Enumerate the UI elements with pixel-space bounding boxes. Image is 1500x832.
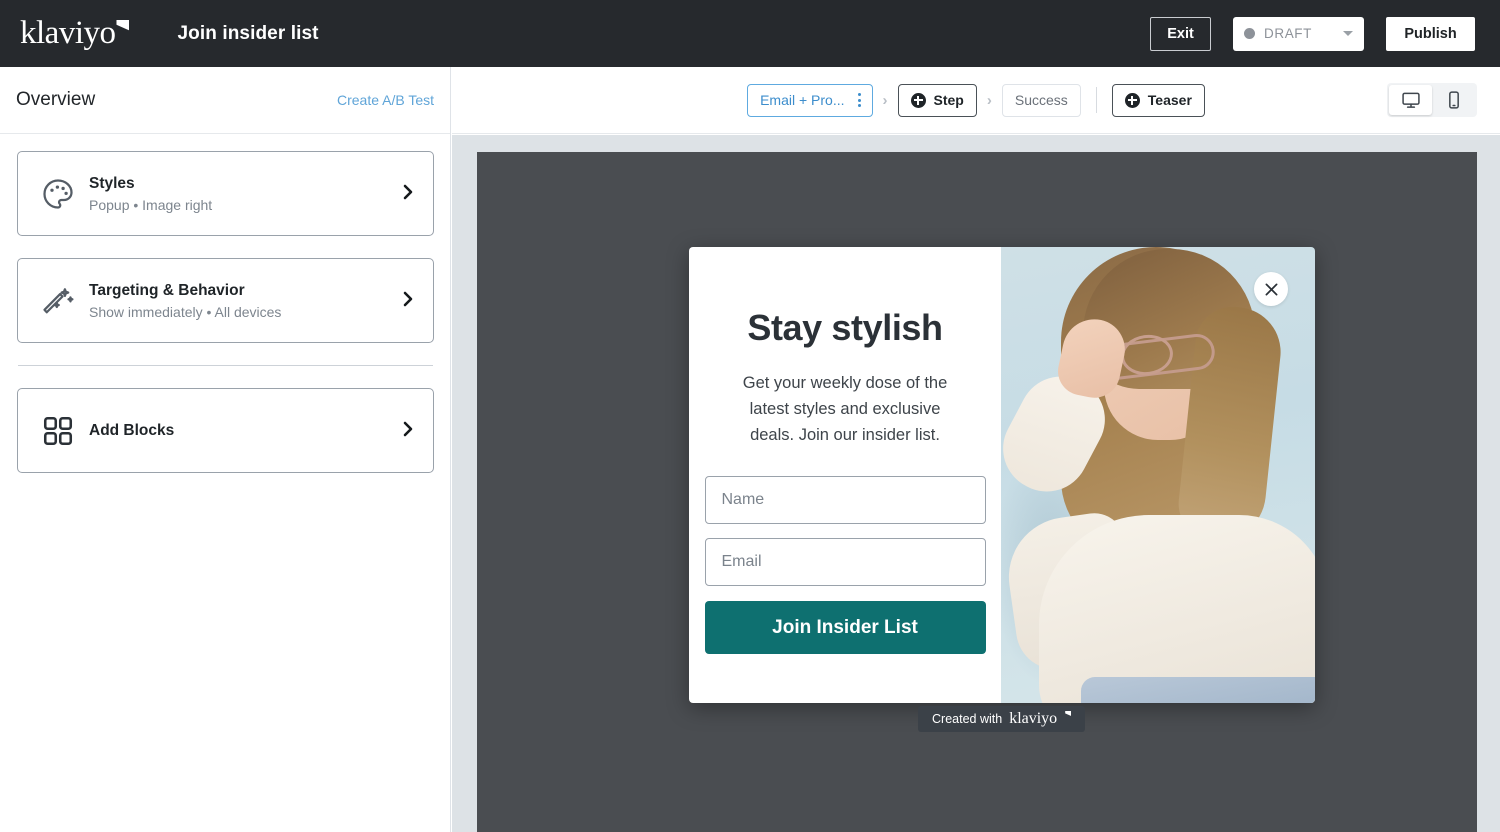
tab-success-label: Success <box>1014 92 1068 108</box>
created-with-badge: Created with klaviyo <box>918 706 1086 732</box>
klaviyo-logo-text: klaviyo <box>20 14 116 51</box>
targeting-card-text: Targeting & Behavior Show immediately • … <box>89 280 401 322</box>
top-bar-actions: Exit DRAFT Publish <box>1150 16 1475 51</box>
sidebar-header: Overview Create A/B Test <box>0 67 450 134</box>
add-step-label: Step <box>933 92 964 108</box>
add-blocks-card-title: Add Blocks <box>89 421 175 439</box>
popup-heading: Stay stylish <box>747 307 943 348</box>
grid-blocks-icon <box>40 413 82 449</box>
styles-card-subtitle: Popup • Image right <box>89 196 213 213</box>
sidebar: Overview Create A/B Test Styles Popup • … <box>0 67 451 832</box>
chevron-right-icon <box>401 420 415 442</box>
desktop-preview-button[interactable] <box>1389 85 1432 115</box>
add-teaser-label: Teaser <box>1147 92 1192 108</box>
sidebar-item-targeting-behavior[interactable]: Targeting & Behavior Show immediately • … <box>17 258 434 343</box>
chevron-right-icon <box>401 183 415 205</box>
plus-circle-icon <box>1124 92 1140 108</box>
chevron-right-icon <box>401 290 415 312</box>
page-title: Overview <box>16 89 96 110</box>
popup-content-panel: Stay stylish Get your weekly dose of the… <box>689 247 1001 703</box>
name-input[interactable]: Name <box>704 476 986 524</box>
styles-card-text: Styles Popup • Image right <box>89 173 401 215</box>
status-dot-icon <box>1244 28 1255 39</box>
chevron-down-icon <box>1343 31 1353 36</box>
status-dropdown[interactable]: DRAFT <box>1233 16 1364 51</box>
styles-card-title: Styles <box>89 174 135 192</box>
status-label: DRAFT <box>1264 26 1312 41</box>
tab-email-prompt-label: Email + Pro... <box>760 92 845 108</box>
popup-body-text: Get your weekly dose of the latest style… <box>742 374 948 444</box>
create-ab-test-link[interactable]: Create A/B Test <box>337 92 434 108</box>
sidebar-divider <box>18 365 433 366</box>
sidebar-item-styles[interactable]: Styles Popup • Image right <box>17 151 434 236</box>
step-arrow-icon: › <box>882 91 888 109</box>
palette-icon <box>40 176 82 212</box>
add-blocks-card-text: Add Blocks <box>89 422 401 440</box>
popup-preview[interactable]: Stay stylish Get your weekly dose of the… <box>689 247 1315 703</box>
close-icon[interactable] <box>1254 272 1288 306</box>
add-step-button[interactable]: Step <box>897 83 977 117</box>
photo-sweater <box>1039 515 1315 703</box>
join-insider-list-button[interactable]: Join Insider List <box>704 601 986 654</box>
mobile-preview-button[interactable] <box>1432 85 1475 115</box>
klaviyo-flag-icon <box>116 19 130 31</box>
preview-stage: Stay stylish Get your weekly dose of the… <box>477 152 1477 832</box>
popup-image <box>1001 247 1315 703</box>
sidebar-body: Styles Popup • Image right Targeting & B… <box>0 134 450 473</box>
tab-success[interactable]: Success <box>1001 83 1081 117</box>
kebab-menu-icon[interactable] <box>854 90 865 110</box>
step-navigation: Email + Pro... › Step › Success Teaser <box>747 83 1205 117</box>
klaviyo-logo[interactable]: klaviyo <box>20 14 130 54</box>
tab-email-prompt[interactable]: Email + Pro... <box>747 83 873 117</box>
sidebar-item-add-blocks[interactable]: Add Blocks <box>17 388 434 473</box>
preview-backdrop: Stay stylish Get your weekly dose of the… <box>452 135 1500 832</box>
badge-flag-icon <box>1065 711 1072 716</box>
toolbar-divider <box>1095 87 1097 113</box>
document-title: Join insider list <box>177 22 319 44</box>
publish-button[interactable]: Publish <box>1386 16 1475 51</box>
email-input[interactable]: Email <box>704 538 986 586</box>
photo-jeans <box>1081 677 1315 703</box>
popup-editor-app: klaviyo Join insider list Exit DRAFT Pub… <box>0 0 1500 832</box>
canvas-area: Email + Pro... › Step › Success Teaser S… <box>452 67 1500 832</box>
add-teaser-button[interactable]: Teaser <box>1111 83 1205 117</box>
step-arrow-icon: › <box>986 91 992 109</box>
created-with-label: Created with <box>932 712 1003 726</box>
badge-klaviyo-logo: klaviyo <box>1009 710 1058 727</box>
targeting-card-subtitle: Show immediately • All devices <box>89 303 282 320</box>
plus-circle-icon <box>910 92 926 108</box>
canvas-toolbar: Email + Pro... › Step › Success Teaser <box>452 67 1500 134</box>
magic-wand-icon <box>40 283 82 319</box>
device-preview-toggle <box>1387 83 1477 117</box>
exit-button[interactable]: Exit <box>1150 16 1211 51</box>
targeting-card-title: Targeting & Behavior <box>89 281 245 299</box>
top-bar: klaviyo Join insider list Exit DRAFT Pub… <box>0 0 1500 67</box>
